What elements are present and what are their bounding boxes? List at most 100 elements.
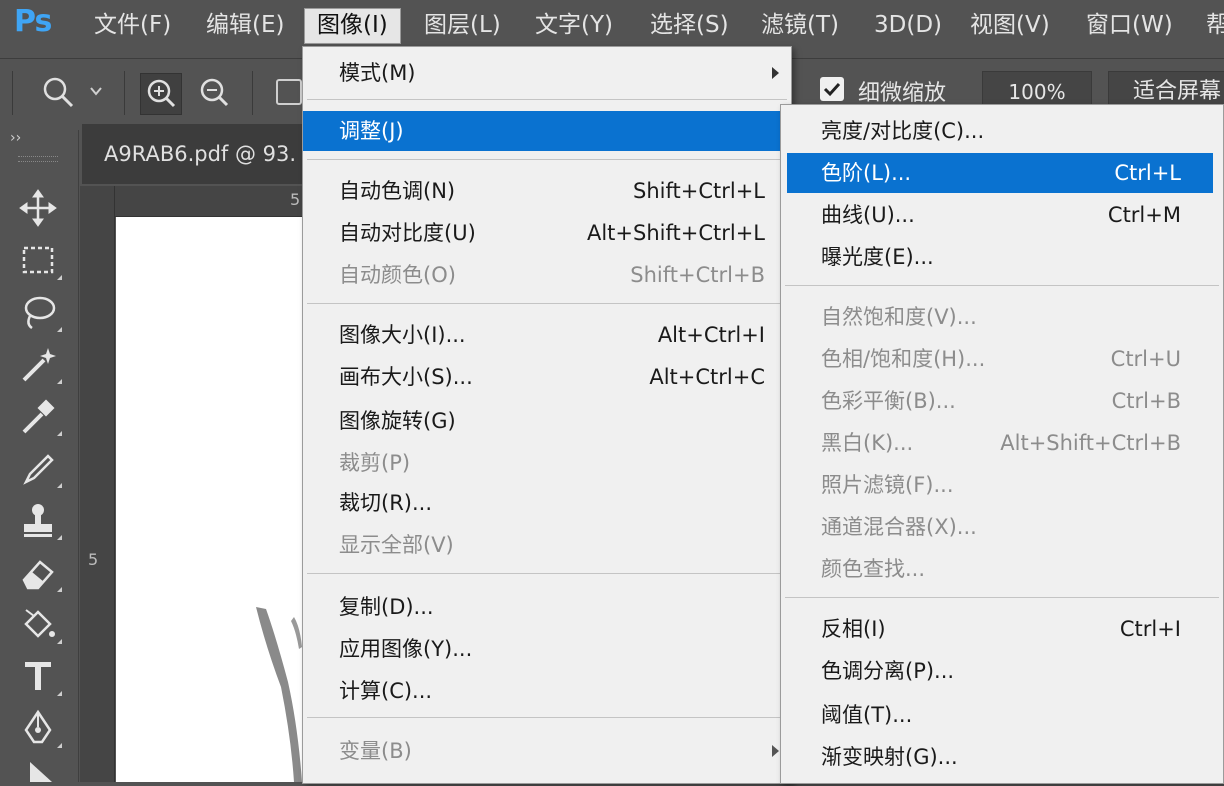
zoom-in-icon[interactable] [140,73,182,115]
path-selection-icon[interactable] [16,758,60,782]
menu-item-label: 自然饱和度(V)... [821,305,977,329]
eyedropper-icon[interactable] [16,394,62,438]
menu-item-label: 图像大小(I)... [339,323,466,347]
menu-file[interactable]: 文件(F) [94,10,171,42]
menu-item-label: 通道混合器(X)... [821,515,977,539]
menu-item-shortcut: Ctrl+I [1119,617,1181,641]
scrubby-zoom-checkbox[interactable] [820,77,844,101]
menu-item-shortcut: Alt+Ctrl+C [649,365,765,389]
menu-item-black-white: 黑白(K)... Alt+Shift+Ctrl+B [781,423,1223,463]
rectangular-marquee-icon[interactable] [16,238,62,282]
menu-item-label: 反相(I) [821,617,886,641]
menu-item-auto-tone[interactable]: 自动色调(N) Shift+Ctrl+L [303,171,791,211]
clone-stamp-icon[interactable] [16,498,62,542]
scrubby-zoom-label: 细微缩放 [858,81,947,106]
menu-item-duplicate[interactable]: 复制(D)... [303,587,791,627]
menu-item-auto-contrast[interactable]: 自动对比度(U) Alt+Shift+Ctrl+L [303,213,791,253]
magic-wand-icon[interactable] [16,342,62,386]
menu-item-channel-mixer: 通道混合器(X)... [781,507,1223,547]
menu-item-image-rotation[interactable]: 图像旋转(G) [303,401,791,441]
menu-item-label: 模式(M) [339,61,416,85]
menu-separator [785,285,1219,286]
paint-bucket-icon[interactable] [16,602,62,646]
menu-separator [307,99,787,100]
menu-item-mode[interactable]: 模式(M) [303,53,791,93]
chevron-down-icon[interactable] [88,83,104,103]
document-tab[interactable]: A9RAB6.pdf @ 93. [82,124,304,184]
ruler-left-label: 5 [88,550,99,569]
menu-item-color-balance: 色彩平衡(B)... Ctrl+B [781,381,1223,421]
menu-item-label: 照片滤镜(F)... [821,473,954,497]
menu-item-canvas-size[interactable]: 画布大小(S)... Alt+Ctrl+C [303,357,791,397]
menu-3d[interactable]: 3D(D) [874,10,942,42]
menu-item-label: 阈值(T)... [821,703,913,727]
menu-item-label: 自动对比度(U) [339,221,476,245]
menu-item-crop: 裁剪(P) [303,443,791,483]
menu-item-auto-color: 自动颜色(O) Shift+Ctrl+B [303,255,791,295]
collapse-panel-icon[interactable]: ›› [10,130,21,146]
menu-item-calculations[interactable]: 计算(C)... [303,671,791,711]
menu-item-trim[interactable]: 裁切(R)... [303,483,791,523]
options-divider [124,71,125,115]
menu-layer[interactable]: 图层(L) [424,10,501,42]
menu-item-image-size[interactable]: 图像大小(I)... Alt+Ctrl+I [303,315,791,355]
menu-item-gradient-map[interactable]: 渐变映射(G)... [781,737,1223,777]
menu-item-threshold[interactable]: 阈值(T)... [781,695,1223,735]
zoom-out-icon[interactable] [194,73,234,113]
menu-item-adjustments[interactable]: 调整(J) [303,111,791,151]
menu-item-label: 亮度/对比度(C)... [821,119,985,143]
menu-type[interactable]: 文字(Y) [535,10,613,42]
canvas-artwork [256,607,302,782]
submenu-arrow-icon [772,67,779,79]
menu-item-label: 显示全部(V) [339,533,454,557]
menu-item-invert[interactable]: 反相(I) Ctrl+I [781,609,1223,649]
photoshop-logo[interactable]: Ps [14,4,52,39]
menu-item-posterize[interactable]: 色调分离(P)... [781,651,1223,691]
menu-view[interactable]: 视图(V) [970,10,1050,42]
ruler-top-label: 5 [290,190,301,209]
eraser-icon[interactable] [16,550,62,594]
menu-item-brightness-contrast[interactable]: 亮度/对比度(C)... [781,111,1223,151]
menu-item-label: 复制(D)... [339,595,434,619]
menu-item-hue-saturation: 色相/饱和度(H)... Ctrl+U [781,339,1223,379]
menu-item-label: 渐变映射(G)... [821,745,958,769]
lasso-icon[interactable] [16,290,62,334]
type-icon[interactable] [16,654,62,698]
menu-item-vibrance: 自然饱和度(V)... [781,297,1223,337]
menu-item-curves[interactable]: 曲线(U)... Ctrl+M [781,195,1223,235]
menu-item-label: 调整(J) [339,119,404,143]
menu-edit[interactable]: 编辑(E) [206,10,284,42]
menu-item-levels[interactable]: 色阶(L)... Ctrl+L [787,153,1213,193]
menu-separator [307,303,787,304]
menu-window[interactable]: 窗口(W) [1086,10,1173,42]
resize-windows-checkbox[interactable] [276,79,302,105]
menu-item-shortcut: Shift+Ctrl+L [633,179,765,203]
menu-item-photo-filter: 照片滤镜(F)... [781,465,1223,505]
menu-select[interactable]: 选择(S) [650,10,729,42]
zoom-tool-preset-icon[interactable] [38,73,78,113]
menu-item-label: 色阶(L)... [821,161,912,185]
menu-item-reveal-all: 显示全部(V) [303,525,791,565]
menu-item-exposure[interactable]: 曝光度(E)... [781,237,1223,277]
menu-filter[interactable]: 滤镜(T) [761,10,839,42]
menu-item-label: 图像旋转(G) [339,409,456,433]
menu-image[interactable]: 图像(I) [304,8,401,44]
document-canvas[interactable] [116,217,306,782]
brush-icon[interactable] [16,446,62,490]
menu-help[interactable]: 帮 [1206,10,1224,42]
menu-item-apply-image[interactable]: 应用图像(Y)... [303,629,791,669]
menu-item-label: 色彩平衡(B)... [821,389,956,413]
menu-item-shortcut: Ctrl+U [1110,347,1181,371]
menu-bar: Ps 文件(F) 编辑(E) 图像(I) 图层(L) 文字(Y) 选择(S) 滤… [0,0,1224,50]
image-menu-dropdown: 模式(M) 调整(J) 自动色调(N) Shift+Ctrl+L 自动对比度(U… [302,46,792,784]
menu-item-shortcut: Alt+Ctrl+I [657,323,765,347]
menu-separator [785,597,1219,598]
panel-grip [18,156,58,162]
submenu-arrow-icon [772,745,779,757]
menu-item-shortcut: Alt+Shift+Ctrl+B [1000,431,1181,455]
menu-item-label: 曲线(U)... [821,203,915,227]
pen-icon[interactable] [16,706,62,750]
menu-item-shortcut: Shift+Ctrl+B [630,263,765,287]
adjustments-submenu: 亮度/对比度(C)... 色阶(L)... Ctrl+L 曲线(U)... Ct… [780,104,1224,784]
move-icon[interactable] [16,186,60,230]
